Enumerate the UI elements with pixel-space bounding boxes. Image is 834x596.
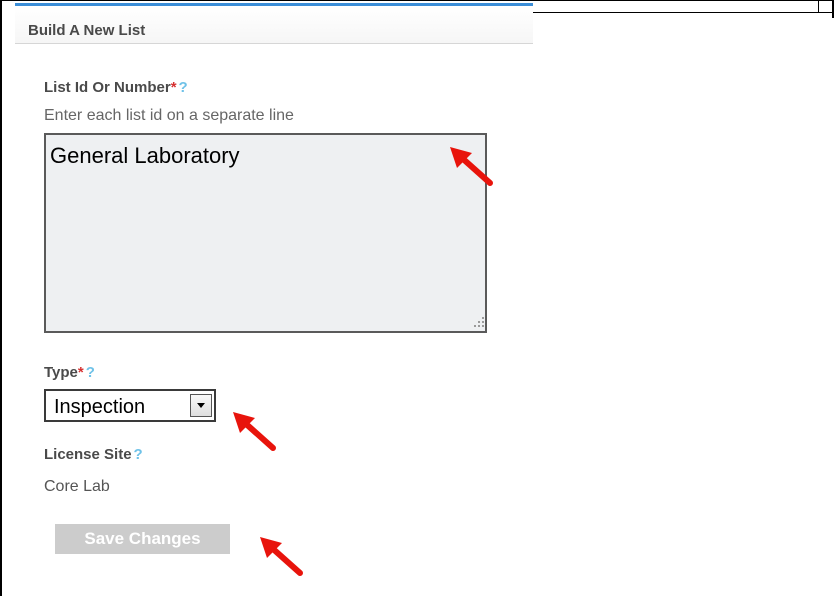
license-site-value: Core Lab bbox=[44, 478, 110, 495]
list-id-textarea[interactable]: General Laboratory bbox=[44, 133, 487, 333]
type-label: Type bbox=[44, 364, 78, 381]
type-select-value: Inspection bbox=[54, 396, 146, 418]
license-site-label-row: License Site? bbox=[44, 446, 143, 463]
dropdown-arrow-icon[interactable] bbox=[190, 394, 212, 417]
frame-inner-border bbox=[527, 12, 834, 13]
panel-header: Build A New List bbox=[15, 6, 533, 44]
panel-title: Build A New List bbox=[28, 22, 146, 39]
type-select[interactable]: Inspection bbox=[44, 389, 216, 422]
help-icon[interactable]: ? bbox=[179, 79, 188, 96]
frame-border-left bbox=[0, 0, 2, 596]
required-mark: * bbox=[77, 364, 84, 381]
annotation-arrow-icon bbox=[233, 412, 276, 451]
list-id-label-row: List Id Or Number*? bbox=[44, 79, 188, 96]
help-icon[interactable]: ? bbox=[134, 446, 143, 463]
required-mark: * bbox=[170, 79, 177, 96]
list-id-hint: Enter each list id on a separate line bbox=[44, 107, 294, 124]
license-site-label: License Site bbox=[44, 446, 132, 463]
annotation-arrow-icon bbox=[450, 147, 493, 186]
save-changes-button[interactable]: Save Changes bbox=[55, 524, 230, 554]
help-icon[interactable]: ? bbox=[86, 364, 95, 381]
resize-grip-icon[interactable] bbox=[473, 316, 485, 328]
annotation-arrow-icon bbox=[260, 537, 303, 576]
frame-border-top bbox=[0, 0, 834, 1]
type-label-row: Type*? bbox=[44, 364, 95, 381]
frame-inner-tick bbox=[818, 0, 819, 13]
list-id-label: List Id Or Number bbox=[44, 79, 171, 96]
